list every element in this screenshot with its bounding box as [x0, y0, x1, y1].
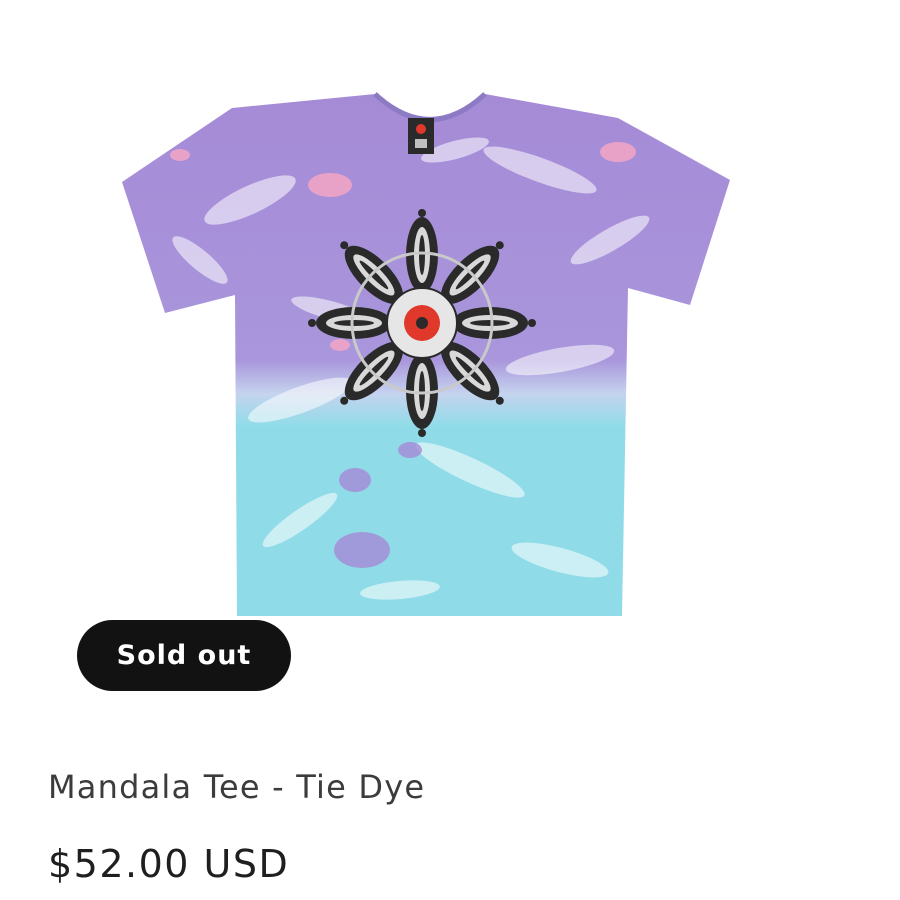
product-card[interactable]: Sold out Mandala Tee - Tie Dye $52.00 US… — [0, 0, 900, 900]
product-title-link[interactable]: Mandala Tee - Tie Dye — [48, 768, 425, 806]
product-price: $52.00 USD — [48, 842, 290, 886]
sold-out-badge: Sold out — [77, 620, 291, 691]
mandala-graphic-icon — [308, 209, 536, 437]
product-image[interactable] — [0, 0, 900, 700]
neck-label-icon — [408, 118, 434, 154]
tie-dye-tshirt-image — [122, 92, 730, 616]
